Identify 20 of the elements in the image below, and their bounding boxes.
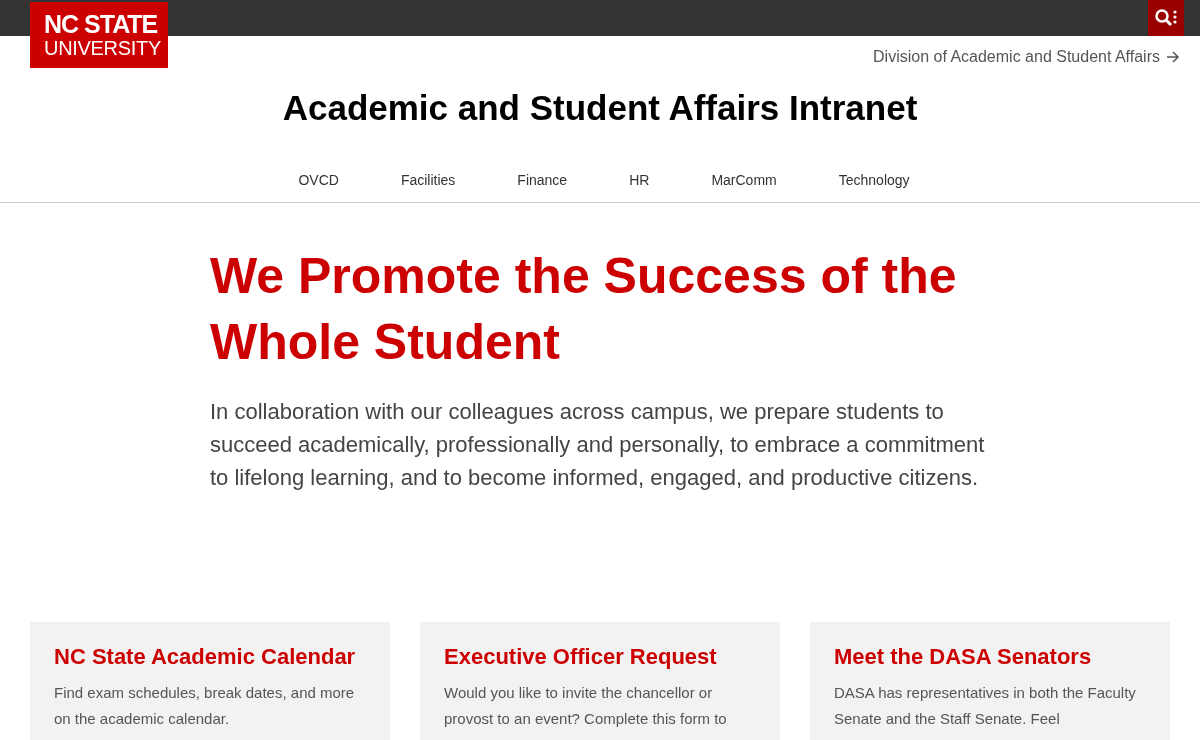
card-title[interactable]: Executive Officer Request <box>444 644 756 670</box>
nav-link[interactable]: Finance <box>486 162 599 202</box>
card-title[interactable]: NC State Academic Calendar <box>54 644 366 670</box>
nav-link[interactable]: Facilities <box>369 162 487 202</box>
card-text: Would you like to invite the chancellor or provost to an event? Complete this form to <box>444 683 728 729</box>
nav-link[interactable]: Technology <box>807 162 941 202</box>
nav-link[interactable]: OVCD <box>267 162 370 202</box>
arrow-icon <box>1166 50 1180 64</box>
card-title[interactable]: Meet the DASA Senators <box>834 644 1146 670</box>
search-icon <box>1154 8 1178 28</box>
card-text: Find exam schedules, break dates, and more on the academic calendar. <box>54 683 356 729</box>
university-logo[interactable]: NC STATE UNIVERSITY <box>30 2 168 68</box>
search-button[interactable] <box>1148 0 1184 36</box>
hero-heading: We Promote the Success of the Whole Student <box>210 247 958 372</box>
nav-link[interactable]: HR <box>598 162 681 202</box>
nav-link[interactable]: MarComm <box>680 162 808 202</box>
card-text: DASA has representatives in both the Faculty Senate and the Staff Senate. Feel <box>834 683 1137 729</box>
site-title: Academic and Student Affairs Intranet <box>281 88 919 128</box>
hero-text: In collaboration with our colleagues across campus, we prepare students to succeed academically, professionally and personally, to embrace a commitment to lifelong learning, and to become informed, engaged, and productive citizens. <box>210 398 986 492</box>
division-link[interactable]: Division of Academic and Student Affairs <box>873 48 1180 66</box>
